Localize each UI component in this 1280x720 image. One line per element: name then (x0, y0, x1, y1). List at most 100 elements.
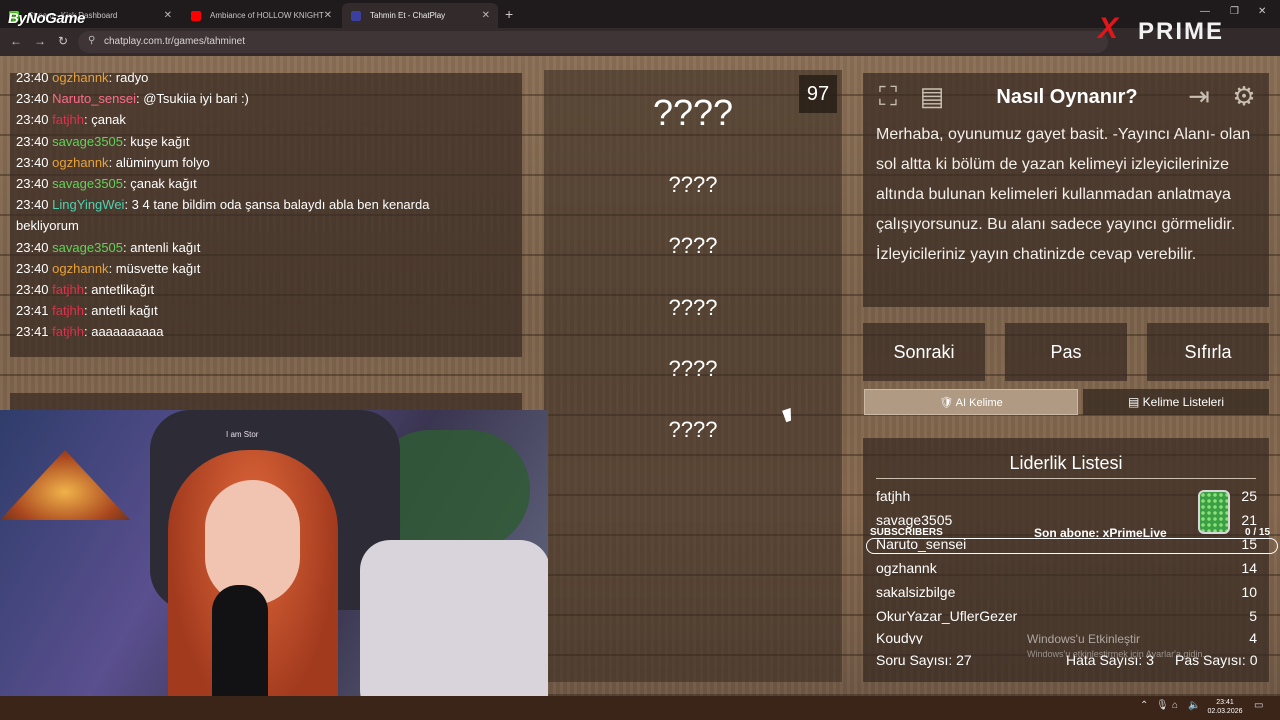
chat-username[interactable]: fatjhh (52, 112, 84, 127)
chat-message: 23:41 fatjhh: aaaaaaaaaa (16, 321, 496, 342)
last-subscriber: Son abone: xPrimeLive (1034, 526, 1167, 540)
forward-icon[interactable]: → (34, 34, 46, 48)
site-info-icon[interactable]: ⚲ (88, 35, 95, 46)
tab-chatplay[interactable]: Tahmin Et - ChatPlay ✕ (342, 3, 498, 28)
chat-username[interactable]: Naruto_sensei (52, 91, 136, 106)
volume-icon[interactable]: 🔈 (1188, 700, 1200, 711)
chat-timestamp: 23:40 (16, 133, 49, 149)
microphone-icon[interactable]: 🎙 (1156, 700, 1169, 711)
player-name: savage3505 (876, 512, 953, 528)
new-tab-button[interactable]: + (505, 6, 513, 22)
howto-text: Merhaba, oyunumuz gayet basit. -Yayıncı … (876, 126, 1251, 263)
player-name: OkurYazar_UflerGezer (876, 608, 1018, 624)
close-icon[interactable]: ✕ (164, 3, 172, 28)
youtube-icon (191, 11, 201, 21)
url-input[interactable]: ⚲ chatplay.com.tr/games/tahminet (78, 31, 1108, 53)
chat-username[interactable]: fatjhh (52, 282, 84, 297)
subscriber-count: 0 / 15 (1245, 527, 1271, 538)
word-lists-label: Kelime Listeleri (1142, 395, 1225, 409)
xprime-logo-x: X (1098, 12, 1119, 45)
chat-timestamp: 23:40 (16, 154, 49, 170)
network-icon[interactable]: ⌂ (1172, 700, 1178, 711)
chat-username[interactable]: ogzhannk (52, 155, 108, 170)
subscriber-progress-bar (866, 538, 1278, 554)
tab-label: Ambiance of HOLLOW KNIGHT (210, 11, 324, 20)
next-button[interactable]: Sonraki (863, 323, 985, 381)
exit-icon[interactable]: ⇥ (1182, 80, 1216, 114)
xprime-logo-text: PRIME (1138, 18, 1225, 45)
player-score: 4 (1249, 630, 1257, 644)
reload-icon[interactable]: ↻ (58, 34, 68, 48)
chat-message: 23:40 fatjhh: çanak (16, 109, 496, 130)
forbidden-word: ???? (668, 233, 718, 258)
chat-username[interactable]: LingYingWei (52, 197, 124, 212)
webcam-overlay: I am Stor (0, 410, 548, 720)
player-score: 25 (1241, 488, 1257, 504)
forbidden-word: ???? (668, 356, 718, 381)
taskbar-clock[interactable]: 23:41 02.03.2026 (1205, 698, 1245, 716)
chat-username[interactable]: savage3505 (52, 176, 123, 191)
subscriber-jar-icon (1198, 490, 1230, 534)
forbidden-word: ???? (668, 172, 718, 197)
tab-youtube[interactable]: Ambiance of HOLLOW KNIGHT ✕ (182, 3, 340, 28)
back-icon[interactable]: ← (10, 34, 22, 48)
player-name: fatjhh (876, 488, 911, 504)
chat-text: : 3 4 tane bildim oda şansa balaydı abla… (124, 197, 430, 213)
taskbar-time: 23:41 (1216, 699, 1234, 706)
chat-text: : @Tsukiia iyi bari :) (136, 91, 249, 107)
url-text: chatplay.com.tr/games/tahminet (104, 36, 245, 47)
forbidden-word: ???? (668, 295, 718, 320)
chat-username[interactable]: ogzhannk (52, 261, 108, 276)
chat-timestamp: 23:40 (16, 282, 49, 297)
player-score: 10 (1241, 584, 1257, 600)
chat-text: : antetlikağıt (83, 282, 155, 297)
chat-message: 23:40 savage3505: kuşe kağıt (16, 131, 496, 152)
reset-button[interactable]: Sıfırla (1147, 323, 1269, 381)
chat-timestamp: 23:40 (16, 112, 49, 128)
chat-message: 23:40 savage3505: antenli kağıt (16, 237, 496, 258)
subscriber-label: SUBSCRIBERS (870, 527, 943, 538)
robot-icon: 🛡 (939, 397, 956, 409)
ai-word-button[interactable]: 🛡 AI Kelime (864, 389, 1078, 415)
player-score: 5 (1249, 608, 1257, 624)
bynogame-logo: ByNoGame (8, 10, 85, 27)
settings-gear-icon[interactable]: ⚙ (1227, 80, 1261, 114)
chat-timestamp: 23:40 (16, 197, 49, 213)
howto-title: Nasıl Oynanır? (996, 86, 1138, 108)
chat-username[interactable]: fatjhh (52, 303, 84, 318)
word-lists-button[interactable]: ▤ Kelime Listeleri (1083, 389, 1269, 415)
chat-message: 23:40 LingYingWei: 3 4 tane bildim oda ş… (16, 194, 496, 215)
close-icon[interactable]: ✕ (482, 3, 490, 28)
chat-message: 23:40 ogzhannk: radyo (16, 67, 496, 88)
chat-message: 23:40 savage3505: çanak kağıt (16, 173, 496, 194)
ai-word-label: AI Kelime (955, 397, 1003, 409)
chatplay-icon (351, 11, 361, 21)
chat-timestamp: 23:41 (16, 303, 49, 319)
notification-icon[interactable]: ▭ (1254, 700, 1263, 711)
forbidden-word: ???? (668, 417, 718, 442)
chat-text: : alüminyum folyo (108, 154, 210, 170)
chat-message: 23:40 Naruto_sensei: @Tsukiia iyi bari :… (16, 88, 496, 109)
chat-username[interactable]: fatjhh (52, 324, 84, 339)
chat-text: : kuşe kağıt (123, 133, 190, 149)
chat-message: 23:40 fatjhh: antetlikağıt (16, 279, 496, 300)
pass-button[interactable]: Pas (1005, 323, 1127, 381)
fullscreen-icon[interactable]: ⛶ (871, 80, 905, 114)
close-icon[interactable]: ✕ (324, 3, 332, 28)
chat-text: : radyo (108, 70, 149, 85)
chat-text: : antetli kağıt (83, 303, 158, 319)
chat-timestamp: 23:40 (16, 260, 49, 276)
xprime-logo: X PRIME (1098, 10, 1278, 50)
leaderboard-title: Liderlik Listesi (1009, 453, 1123, 473)
chat-username[interactable]: ogzhannk (52, 70, 108, 85)
chat-timestamp: 23:40 (16, 70, 49, 85)
address-bar-row: ← → ↻ ⚲ chatplay.com.tr/games/tahminet (0, 28, 1280, 56)
chat-username[interactable]: savage3505 (52, 240, 123, 255)
chat-text: : aaaaaaaaaa (83, 324, 164, 340)
chat-timestamp: 23:40 (16, 239, 49, 255)
player-score: 21 (1241, 512, 1257, 528)
tab-label: Tahmin Et - ChatPlay (370, 11, 446, 20)
chevron-up-icon[interactable]: ⌃ (1140, 700, 1148, 711)
chat-username[interactable]: savage3505 (52, 134, 123, 149)
chat-text: bekliyorum (16, 218, 79, 234)
